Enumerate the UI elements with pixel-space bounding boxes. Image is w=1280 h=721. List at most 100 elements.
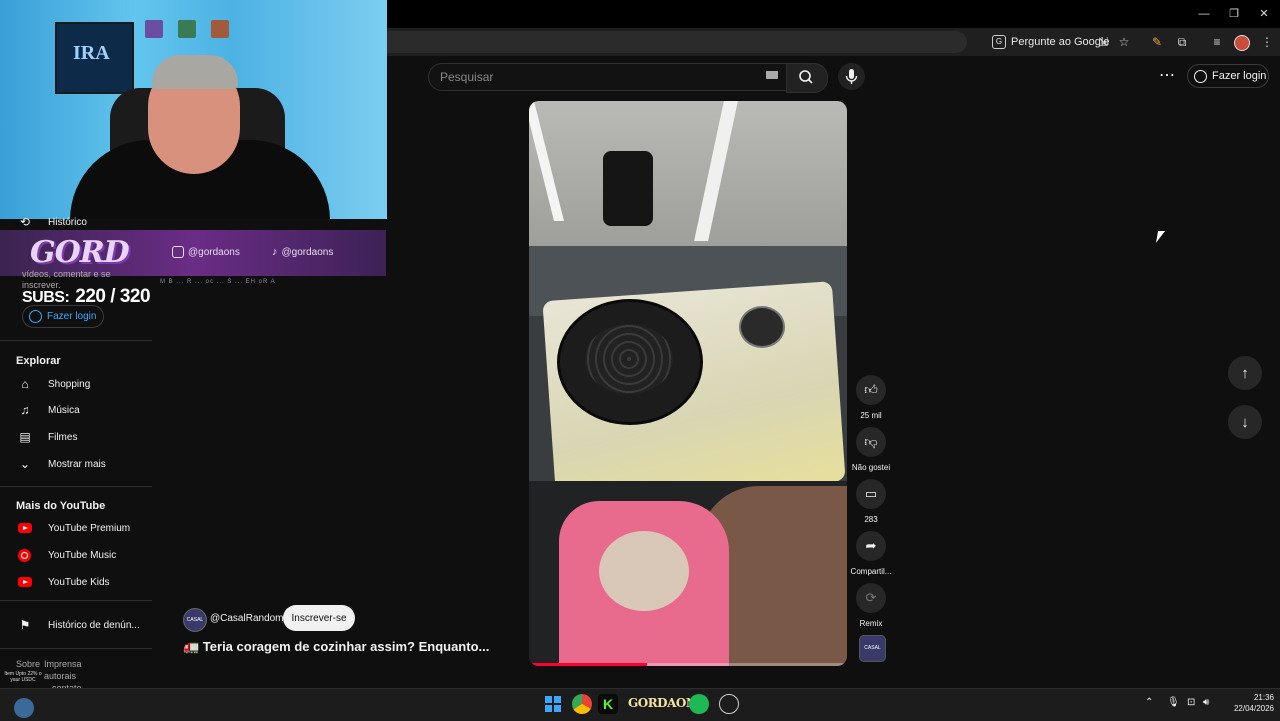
comments-button[interactable]: ▭ 283 [850,479,892,524]
next-short-button[interactable]: ↓ [1228,405,1262,439]
youtube-kids-icon [18,577,32,587]
mouse-cursor [1155,231,1166,243]
tray-chevron-icon[interactable]: ⌃ [1145,697,1153,708]
remix-label: Remix [859,619,883,628]
subscribe-button[interactable]: Inscrever-se [283,605,355,631]
film-icon: ▤ [19,430,31,444]
volume-icon[interactable]: 🔊︎ [1203,697,1209,708]
divider [0,600,152,601]
channel-avatar-small[interactable]: CASAL [859,635,886,662]
sidebar-item-music[interactable]: ♫ Música [0,397,152,423]
chrome-taskbar-icon[interactable] [572,694,592,714]
dislike-label: Não gostei [851,463,891,472]
more-options-icon[interactable]: ⋯ [1158,66,1176,86]
short-title[interactable]: 🚛 Teria coragem de cozinhar assim? Enqua… [183,639,489,655]
short-video-player[interactable] [529,101,847,666]
sidebar-item-youtube-kids[interactable]: YouTube Kids [0,569,152,595]
chrome-menu-icon[interactable]: ⋮ [1258,34,1276,50]
extension-pen-icon[interactable]: ✎ [1148,34,1166,50]
comment-icon: ▭ [856,479,886,509]
reading-list-icon[interactable]: ≡ [1208,34,1226,50]
wall-poster: IRA [55,22,134,94]
arrow-up-icon: ↑ [1241,364,1249,382]
shelf-figure [178,20,196,38]
instagram-handle: @gordaons [172,246,240,258]
obs-taskbar-icon[interactable] [719,694,739,714]
bookmark-star-icon[interactable]: ☆ [1115,34,1133,50]
microphone-icon [845,69,858,84]
sidebar-item-youtube-music[interactable]: YouTube Music [0,542,152,568]
flag-icon: ⚑ [19,618,31,632]
microphone-tray-icon[interactable]: 🎙︎ [1167,697,1180,708]
channel-avatar[interactable]: CASAL [183,608,207,632]
minimize-icon[interactable]: — [1194,6,1214,22]
explore-heading: Explorar [16,355,61,367]
remix-button[interactable]: ⟳ Remix [850,583,892,628]
instagram-icon [172,246,184,258]
sidebar-item-label: YouTube Premium [48,522,131,534]
sidebar-item-label: YouTube Music [48,549,117,561]
weather-widget[interactable]: Item Upto 22% o yaur USDC [4,671,42,683]
thumbs-down-icon: 👎︎ [856,427,886,457]
divider [0,648,152,649]
close-icon[interactable]: ✕ [1254,6,1274,22]
spotify-taskbar-icon[interactable] [689,694,709,714]
sidebar-item-label: Música [48,404,80,416]
clock-date: 22/04/2026 [1233,704,1274,713]
tiktok-handle: ♪ @gordaons [272,246,333,258]
address-bar[interactable] [387,31,967,53]
account-icon [1194,69,1207,83]
thumbs-up-icon: 👍︎ [856,375,886,405]
shelf-figure [145,20,163,38]
video-windshield [529,101,847,251]
arrow-down-icon: ↓ [1241,413,1249,431]
more-youtube-heading: Mais do YouTube [16,500,106,512]
previous-short-button[interactable]: ↑ [1228,356,1262,390]
google-lens-icon: G [992,35,1006,49]
sidebar-item-label: Histórico de denún... [48,619,140,631]
network-icon[interactable]: ⊡ [1187,697,1195,708]
footer-link-about[interactable]: Sobre [16,659,40,669]
divider [0,340,152,341]
steamer-pan [557,299,703,425]
sidebar-login-button[interactable]: Fazer login [22,305,104,328]
dislike-button[interactable]: 👎︎ Não gostei [850,427,892,472]
sidebar-item-youtube-premium[interactable]: YouTube Premium [0,515,152,541]
search-input[interactable] [438,64,742,90]
webcam-overlay: IRA [0,0,387,219]
tiktok-handle-text: @gordaons [281,246,334,258]
like-button[interactable]: 👍︎ 25 mil [850,375,892,420]
footer-link-press[interactable]: Imprensa [44,659,82,669]
sidebar-item-report-history[interactable]: ⚑ Histórico de denún... [0,612,152,638]
sidebar-item-shopping[interactable]: ⌂ Shopping [0,371,152,397]
sidebar-login-label: Fazer login [47,311,97,322]
restore-icon[interactable]: ❐ [1224,6,1244,22]
voice-search-button[interactable] [838,63,865,90]
remix-icon: ⟳ [856,583,886,613]
share-button[interactable]: ➦ Compartil... [850,531,892,576]
widget-icon[interactable] [14,698,34,718]
windows-start-icon[interactable] [543,694,563,714]
streamer-hair [152,55,238,89]
music-note-icon: ♫ [20,403,30,417]
history-icon: ⟲ [19,215,31,229]
shopping-bag-icon: ⌂ [21,377,29,391]
sidebar-item-films[interactable]: ▤ Filmes [0,424,152,450]
phone-mount [603,151,653,226]
search-button[interactable] [786,63,828,93]
sidebar-item-label: Filmes [48,431,78,443]
extensions-puzzle-icon[interactable]: ⧉ [1173,34,1191,50]
youtube-music-icon [18,548,31,562]
profile-avatar[interactable] [1234,35,1250,51]
login-button[interactable]: Fazer login [1187,64,1269,88]
jar-lid [739,306,785,348]
footer-link-copyright[interactable]: autorais [44,671,76,681]
video-progress-fill [529,663,647,666]
sidebar-item-show-more[interactable]: ⌄ Mostrar mais [0,451,152,477]
channel-name[interactable]: @CasalRandom [210,613,284,624]
taskbar-clock[interactable]: 21:36 22/04/2026 [1224,692,1274,714]
kick-taskbar-icon[interactable]: K [598,694,618,714]
install-app-icon[interactable]: ⇲ [1094,34,1112,50]
keyboard-icon[interactable] [766,71,778,79]
tiktok-icon: ♪ [272,246,278,258]
